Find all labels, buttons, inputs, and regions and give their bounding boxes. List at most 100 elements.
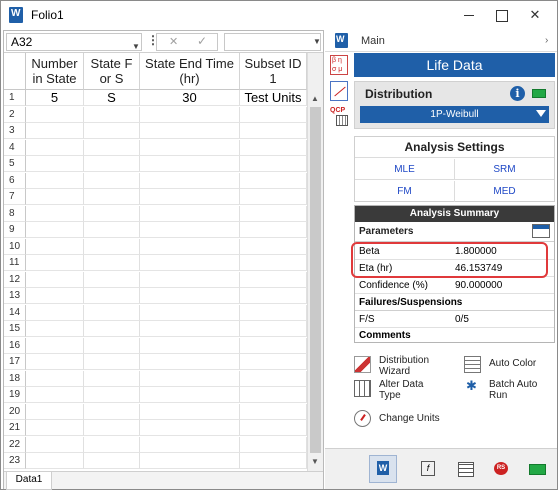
sheet-tab-data1[interactable]: Data1: [6, 472, 52, 490]
grid-cell[interactable]: [84, 321, 140, 337]
grid-cell[interactable]: [84, 403, 140, 420]
grid-cell[interactable]: [26, 420, 84, 436]
alter-data-type-action[interactable]: Alter Data Type: [354, 379, 464, 405]
row-number[interactable]: 23: [4, 453, 26, 469]
grid-cell[interactable]: [140, 403, 240, 420]
scroll-down-icon[interactable]: ▼: [311, 457, 319, 466]
auto-color-action[interactable]: Auto Color: [464, 355, 554, 379]
grid-cell[interactable]: [26, 370, 84, 387]
row-number[interactable]: 7: [4, 189, 26, 205]
formula-input[interactable]: ▼: [224, 33, 321, 51]
row-number[interactable]: 13: [4, 288, 26, 304]
parameters-icon[interactable]: [330, 55, 348, 75]
row-number[interactable]: 6: [4, 172, 26, 189]
grid-cell[interactable]: S: [84, 90, 140, 106]
grid-cell[interactable]: [240, 255, 307, 271]
grid-cell[interactable]: [140, 156, 240, 172]
row-number[interactable]: 2: [4, 106, 26, 123]
grid-cell[interactable]: [26, 271, 84, 288]
grid-cell[interactable]: [84, 172, 140, 189]
grid-cell[interactable]: [140, 172, 240, 189]
grid-cell[interactable]: [26, 354, 84, 370]
grid-cell[interactable]: [84, 123, 140, 139]
row-number[interactable]: 4: [4, 139, 26, 156]
grid-cell[interactable]: [84, 139, 140, 156]
row-number[interactable]: 11: [4, 255, 26, 271]
row-number[interactable]: 15: [4, 321, 26, 337]
grid-cell[interactable]: [26, 205, 84, 222]
grid-cell[interactable]: [140, 420, 240, 436]
grid-cell[interactable]: [140, 304, 240, 321]
grid-cell[interactable]: [26, 123, 84, 139]
grid-cell[interactable]: [140, 205, 240, 222]
qcp-icon[interactable]: [330, 107, 348, 127]
grid-cell[interactable]: [26, 387, 84, 403]
grid-cell[interactable]: [240, 205, 307, 222]
grid-cell[interactable]: [26, 156, 84, 172]
confirm-edit-icon[interactable]: ✓: [197, 34, 207, 48]
dropdown-arrow-icon[interactable]: [536, 110, 546, 117]
grid-cell[interactable]: [140, 238, 240, 255]
row-number[interactable]: 16: [4, 337, 26, 354]
grid-cell[interactable]: [240, 337, 307, 354]
grid-cell[interactable]: [84, 156, 140, 172]
grid-cell[interactable]: [240, 189, 307, 205]
grid-cell[interactable]: 30: [140, 90, 240, 106]
grid-cell[interactable]: [84, 453, 140, 469]
distribution-wizard-action[interactable]: Distribution Wizard: [354, 355, 464, 379]
grid-cell[interactable]: [140, 436, 240, 453]
grid-cell[interactable]: [26, 189, 84, 205]
plot-icon[interactable]: [330, 81, 348, 101]
row-number[interactable]: 3: [4, 123, 26, 139]
grid-cell[interactable]: [26, 321, 84, 337]
row-number[interactable]: 12: [4, 271, 26, 288]
weibull-page-button[interactable]: [369, 455, 397, 483]
grid-cell[interactable]: [26, 139, 84, 156]
batch-auto-run-action[interactable]: Batch Auto Run: [464, 379, 554, 405]
close-button[interactable]: ✕: [523, 5, 547, 25]
grid-cell[interactable]: [240, 370, 307, 387]
column-header[interactable]: State F or S: [84, 53, 140, 90]
vertical-scrollbar[interactable]: ▲ ▼: [307, 53, 323, 471]
grid-cell[interactable]: [26, 288, 84, 304]
grid-cell[interactable]: [240, 420, 307, 436]
grid-cell[interactable]: [140, 354, 240, 370]
grid-cell[interactable]: [140, 337, 240, 354]
grid-cell[interactable]: [84, 420, 140, 436]
row-number[interactable]: 14: [4, 304, 26, 321]
grid-corner[interactable]: [4, 53, 26, 90]
grid-cell[interactable]: [140, 453, 240, 469]
row-number[interactable]: 1: [4, 90, 26, 106]
report-button[interactable]: [451, 455, 479, 483]
row-number[interactable]: 19: [4, 387, 26, 403]
grid-cell[interactable]: [84, 189, 140, 205]
grid-cell[interactable]: [140, 370, 240, 387]
grid-cell[interactable]: [240, 304, 307, 321]
grid-cell[interactable]: [84, 205, 140, 222]
grid-cell[interactable]: [240, 123, 307, 139]
report-window-icon[interactable]: [532, 224, 550, 238]
row-number[interactable]: 22: [4, 436, 26, 453]
grid-cell[interactable]: [240, 321, 307, 337]
grid-cell[interactable]: [84, 304, 140, 321]
grid-cell[interactable]: [140, 288, 240, 304]
setting-med[interactable]: MED: [455, 181, 554, 202]
grid-cell[interactable]: [26, 222, 84, 238]
grid-cell[interactable]: [84, 436, 140, 453]
info-icon[interactable]: i: [510, 86, 525, 101]
grid-cell[interactable]: [84, 354, 140, 370]
grid-cell[interactable]: [140, 106, 240, 123]
grid-cell[interactable]: Test Units: [240, 90, 307, 106]
grid-cell[interactable]: [84, 288, 140, 304]
cell-reference-box[interactable]: A32 ▼: [6, 33, 142, 51]
distribution-select[interactable]: 1P-Weibull: [360, 106, 549, 123]
grid-cell[interactable]: [240, 156, 307, 172]
grid-cell[interactable]: [240, 238, 307, 255]
grid-cell[interactable]: [84, 337, 140, 354]
row-number[interactable]: 18: [4, 370, 26, 387]
grid-cell[interactable]: [26, 436, 84, 453]
column-header[interactable]: Number in State: [26, 53, 84, 90]
grid-cell[interactable]: [84, 255, 140, 271]
scroll-up-icon[interactable]: ▲: [311, 94, 319, 103]
grid-cell[interactable]: [140, 189, 240, 205]
